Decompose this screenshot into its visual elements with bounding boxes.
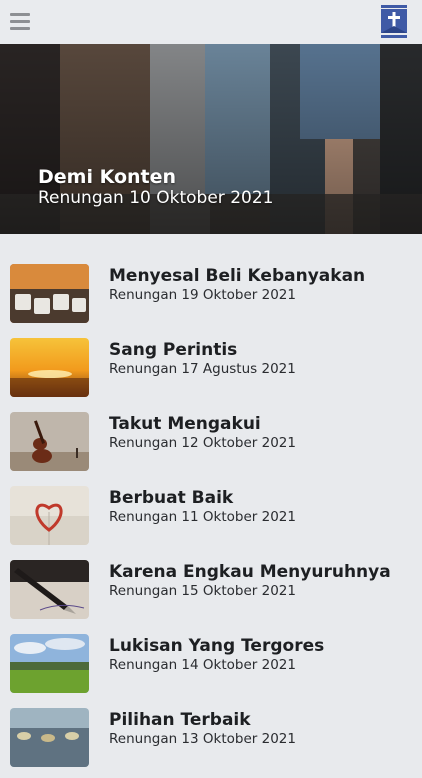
hamburger-icon (10, 13, 30, 16)
thumbnail-landscape (10, 634, 89, 693)
item-date: Renungan 17 Agustus 2021 (109, 361, 296, 377)
list-item[interactable]: Pilihan Terbaik Renungan 13 Oktober 2021 (0, 708, 422, 778)
item-date: Renungan 19 Oktober 2021 (109, 287, 296, 303)
item-title: Pilihan Terbaik (109, 710, 251, 730)
hamburger-line (10, 20, 30, 23)
item-title: Lukisan Yang Tergores (109, 636, 325, 656)
item-title: Karena Engkau Menyuruhnya (109, 562, 391, 582)
item-title: Menyesal Beli Kebanyakan (109, 266, 366, 286)
hamburger-menu-button[interactable] (10, 13, 30, 31)
top-bar (0, 0, 422, 44)
thumbnail-violin (10, 412, 89, 471)
item-date: Renungan 11 Oktober 2021 (109, 509, 296, 525)
item-title: Sang Perintis (109, 340, 238, 360)
item-date: Renungan 13 Oktober 2021 (109, 731, 296, 747)
list-item[interactable]: Lukisan Yang Tergores Renungan 14 Oktobe… (0, 634, 422, 704)
list-item[interactable]: Menyesal Beli Kebanyakan Renungan 19 Okt… (0, 264, 422, 334)
featured-devotion-banner[interactable]: Demi Konten Renungan 10 Oktober 2021 (0, 44, 422, 234)
featured-date: Renungan 10 Oktober 2021 (38, 188, 274, 208)
thumbnail-sunset-birds (10, 338, 89, 397)
list-item[interactable]: Takut Mengakui Renungan 12 Oktober 2021 (0, 412, 422, 482)
item-title: Berbuat Baik (109, 488, 234, 508)
hamburger-line (10, 27, 30, 30)
thumbnail-heart-book (10, 486, 89, 545)
thumbnail-risk-dice (10, 264, 89, 323)
item-date: Renungan 12 Oktober 2021 (109, 435, 296, 451)
item-date: Renungan 14 Oktober 2021 (109, 657, 296, 673)
list-item[interactable]: Sang Perintis Renungan 17 Agustus 2021 (0, 338, 422, 408)
featured-title: Demi Konten (38, 166, 177, 188)
thumbnail-fountain-pen (10, 560, 89, 619)
item-title: Takut Mengakui (109, 414, 261, 434)
thumbnail-ducks (10, 708, 89, 767)
list-item[interactable]: Karena Engkau Menyuruhnya Renungan 15 Ok… (0, 560, 422, 630)
list-item[interactable]: Berbuat Baik Renungan 11 Oktober 2021 (0, 486, 422, 556)
item-date: Renungan 15 Oktober 2021 (109, 583, 296, 599)
church-logo-icon[interactable] (380, 4, 408, 40)
